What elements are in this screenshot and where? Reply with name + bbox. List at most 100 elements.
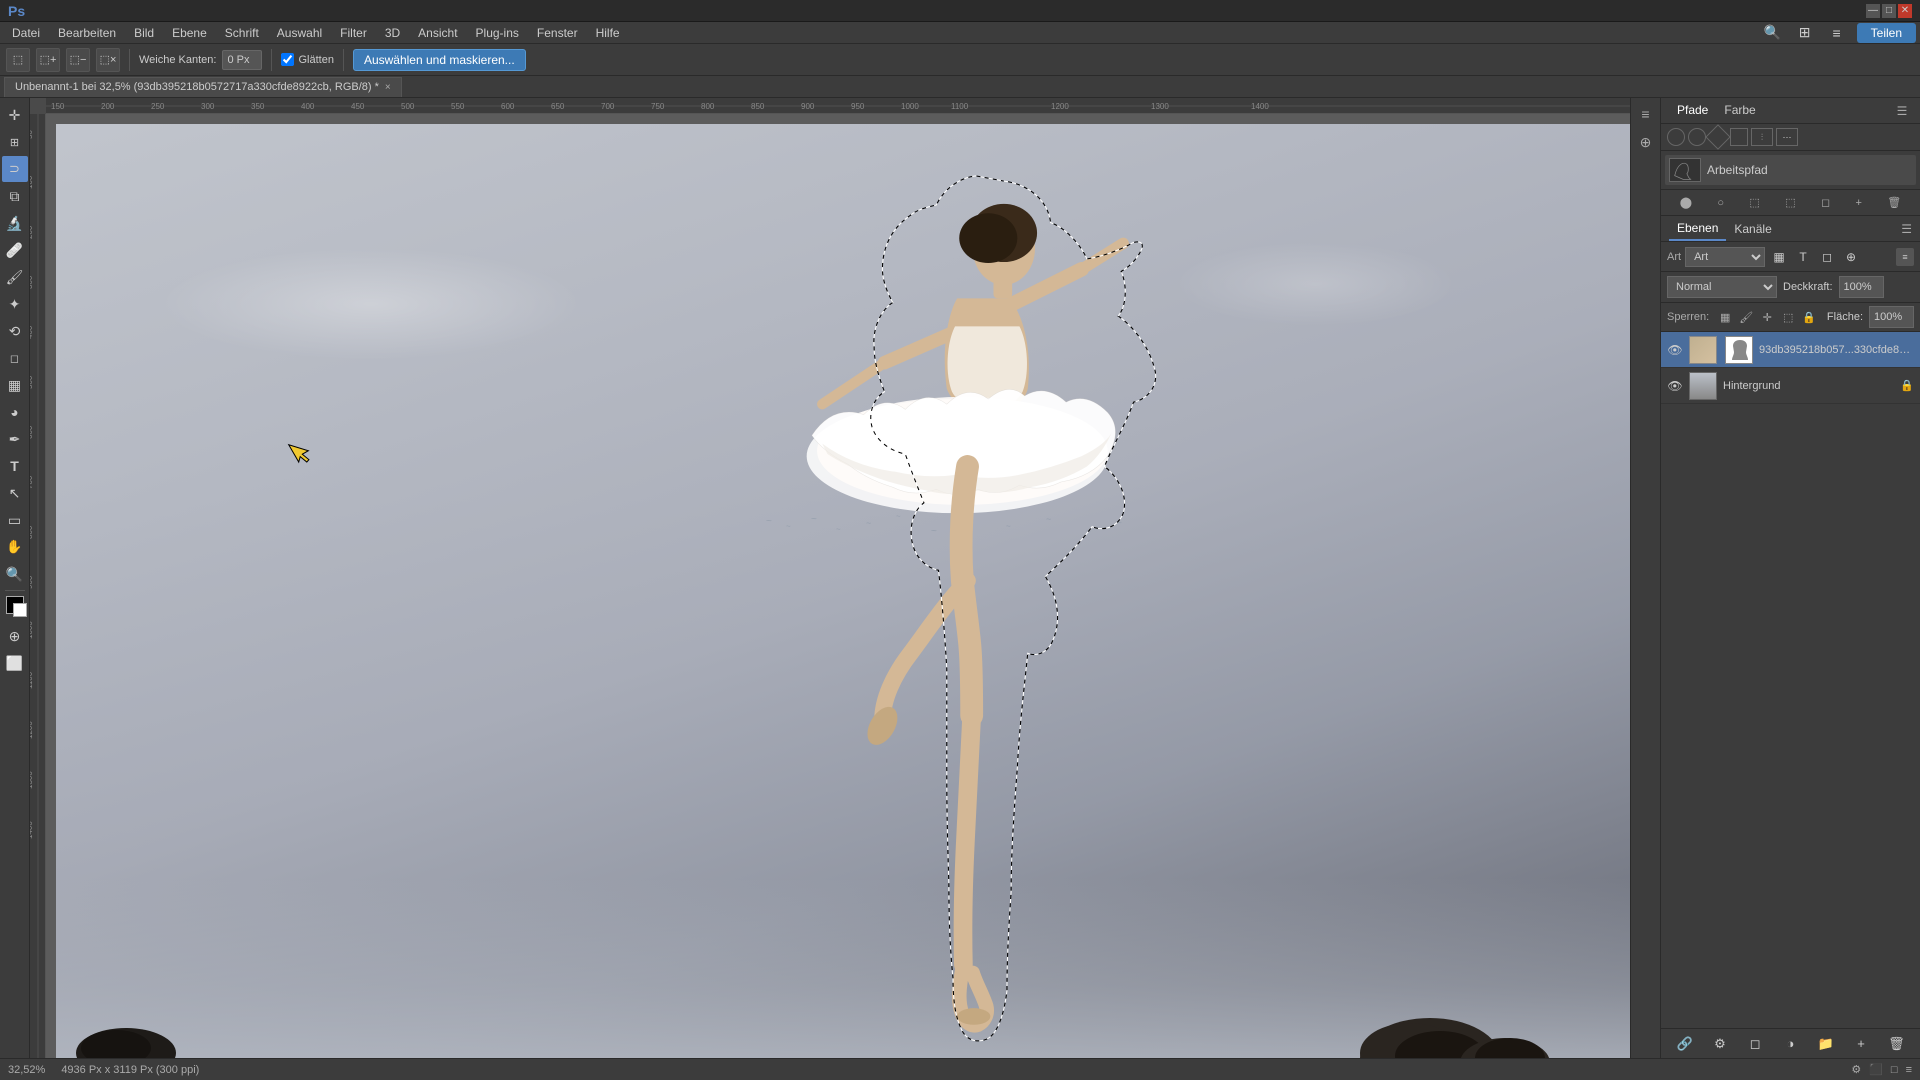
layers-icon[interactable]: ≡ <box>1634 102 1658 126</box>
screen-mode[interactable]: ⬜ <box>2 650 28 676</box>
document-tab-close[interactable]: × <box>385 82 391 93</box>
shape-layer-icon[interactable]: ◻ <box>1817 247 1837 267</box>
tab-pfade[interactable]: Pfade <box>1669 99 1716 123</box>
foreground-color[interactable] <box>6 596 24 614</box>
panel-menu-icon[interactable]: ☰ <box>1892 101 1912 121</box>
menu-fenster[interactable]: Fenster <box>529 24 586 42</box>
clone-stamp-tool[interactable]: ✦ <box>2 291 28 317</box>
gradient-tool[interactable]: ▦ <box>2 372 28 398</box>
layer-1-visibility[interactable]: 👁 <box>1667 378 1683 394</box>
add-group-btn[interactable]: 📁 <box>1815 1033 1837 1055</box>
distribute-btn[interactable]: ⋯ <box>1776 128 1798 146</box>
soft-edge-input[interactable] <box>222 50 262 70</box>
path-to-selection-btn[interactable]: ⬚ <box>1749 196 1759 209</box>
new-path-btn[interactable]: + <box>1855 197 1861 209</box>
quick-mask-mode[interactable]: ⊕ <box>2 623 28 649</box>
lasso-intersect-btn[interactable]: ⬚× <box>96 48 120 72</box>
blend-mode-select[interactable]: Normal Aufhellen Abdunkeln Multipliziere… <box>1667 276 1777 298</box>
history-brush-tool[interactable]: ⟲ <box>2 318 28 344</box>
search-icon[interactable]: 🔍 <box>1761 21 1785 45</box>
minimize-button[interactable]: — <box>1866 4 1880 18</box>
diamond-mode-btn[interactable] <box>1705 124 1730 149</box>
path-selection-tool[interactable]: ↖ <box>2 480 28 506</box>
menu-filter[interactable]: Filter <box>332 24 375 42</box>
statusbar-right-icon4[interactable]: ≡ <box>1906 1064 1912 1076</box>
lock-all-btn[interactable]: 🔒 <box>1800 308 1818 326</box>
lasso-sub-btn[interactable]: ⬚− <box>66 48 90 72</box>
layer-type-filter[interactable]: Art Name Effekte Modus Attribut Farbe <box>1685 247 1765 267</box>
statusbar-right-icon1[interactable]: ⚙ <box>1851 1063 1861 1076</box>
lock-artboard-btn[interactable]: ⬚ <box>1779 308 1797 326</box>
maximize-button[interactable]: □ <box>1882 4 1896 18</box>
add-mask-btn[interactable]: ◻ <box>1744 1033 1766 1055</box>
path-fill-btn[interactable]: ⬤ <box>1680 196 1692 209</box>
selection-to-path-btn[interactable]: ⬚ <box>1785 196 1795 209</box>
eyedropper-tool[interactable]: 🔬 <box>2 210 28 236</box>
hand-tool[interactable]: ✋ <box>2 534 28 560</box>
tab-kanaele[interactable]: Kanäle <box>1726 218 1779 240</box>
eraser-tool[interactable]: ◻ <box>2 345 28 371</box>
mask-from-path-btn[interactable]: ◻ <box>1821 196 1830 209</box>
lock-position-btn[interactable]: ✛ <box>1758 308 1776 326</box>
menu-bearbeiten[interactable]: Bearbeiten <box>50 24 124 42</box>
artboard-tool[interactable]: ⊞ <box>2 129 28 155</box>
add-style-btn[interactable]: ⚙ <box>1709 1033 1731 1055</box>
vector-mode-btn[interactable] <box>1688 128 1706 146</box>
menu-ansicht[interactable]: Ansicht <box>410 24 465 42</box>
pixel-layer-icon[interactable]: ▦ <box>1769 247 1789 267</box>
zoom-tool[interactable]: 🔍 <box>2 561 28 587</box>
dodge-tool[interactable]: ◕ <box>2 399 28 425</box>
smart-layer-icon[interactable]: ⊕ <box>1841 247 1861 267</box>
layer-item-0[interactable]: 👁 93db395218b057...330cfde8922cb <box>1661 332 1920 368</box>
channels-icon[interactable]: ⊕ <box>1634 130 1658 154</box>
pen-tool[interactable]: ✒ <box>2 426 28 452</box>
arbeitspfad-item[interactable]: Arbeitspfad <box>1665 155 1916 185</box>
pixel-mode-btn[interactable] <box>1667 128 1685 146</box>
path-stroke-btn[interactable]: ○ <box>1717 197 1724 209</box>
lasso-new-btn[interactable]: ⬚ <box>6 48 30 72</box>
add-adjustment-btn[interactable]: ◑ <box>1779 1033 1801 1055</box>
close-button[interactable]: ✕ <box>1898 4 1912 18</box>
menu-3d[interactable]: 3D <box>377 24 408 42</box>
menu-datei[interactable]: Datei <box>4 24 48 42</box>
background-color[interactable] <box>13 603 27 617</box>
menu-plugins[interactable]: Plug-ins <box>468 24 527 42</box>
healing-tool[interactable]: 🩹 <box>2 237 28 263</box>
statusbar-right-icon3[interactable]: □ <box>1891 1064 1898 1076</box>
lasso-add-btn[interactable]: ⬚+ <box>36 48 60 72</box>
layer-item-1[interactable]: 👁 Hintergrund 🔒 <box>1661 368 1920 404</box>
arrange-icon[interactable]: ≡ <box>1825 21 1849 45</box>
smooth-checkbox-label[interactable]: Glätten <box>281 53 333 66</box>
link-layers-btn[interactable]: 🔗 <box>1674 1033 1696 1055</box>
delete-layer-btn[interactable]: 🗑 <box>1885 1033 1907 1055</box>
new-layer-btn[interactable]: + <box>1850 1033 1872 1055</box>
rect-mode-btn[interactable] <box>1730 128 1748 146</box>
menu-hilfe[interactable]: Hilfe <box>588 24 628 42</box>
menu-auswahl[interactable]: Auswahl <box>269 24 330 42</box>
type-tool[interactable]: T <box>2 453 28 479</box>
share-button[interactable]: Teilen <box>1857 23 1916 43</box>
brush-tool[interactable]: 🖌 <box>2 264 28 290</box>
lasso-tool[interactable]: ⊃ <box>2 156 28 182</box>
smooth-checkbox[interactable] <box>281 53 294 66</box>
layer-0-visibility[interactable]: 👁 <box>1667 342 1683 358</box>
lock-transparent-btn[interactable]: ▦ <box>1716 308 1734 326</box>
tab-farbe[interactable]: Farbe <box>1716 99 1763 123</box>
layers-menu-icon[interactable]: ☰ <box>1901 222 1912 236</box>
type-layer-icon[interactable]: T <box>1793 247 1813 267</box>
menu-ebene[interactable]: Ebene <box>164 24 215 42</box>
statusbar-right-icon2[interactable]: ⬛ <box>1869 1063 1883 1076</box>
menu-schrift[interactable]: Schrift <box>217 24 267 42</box>
opacity-input[interactable] <box>1839 276 1884 298</box>
shape-tool[interactable]: ▭ <box>2 507 28 533</box>
menu-bild[interactable]: Bild <box>126 24 162 42</box>
canvas-area[interactable]: 150 200 250 300 350 400 450 500 550 600 … <box>30 98 1630 1058</box>
lock-paint-btn[interactable]: 🖌 <box>1737 308 1755 326</box>
document-tab[interactable]: Unbenannt-1 bei 32,5% (93db395218b057271… <box>4 77 402 97</box>
select-mask-button[interactable]: Auswählen und maskieren... <box>353 49 526 71</box>
workspace-icon[interactable]: ⊞ <box>1793 21 1817 45</box>
crop-tool[interactable]: ⧉ <box>2 183 28 209</box>
align-btn[interactable]: ⫶ <box>1751 128 1773 146</box>
fill-input[interactable] <box>1869 306 1914 328</box>
filter-toggle-icon[interactable]: ≡ <box>1896 248 1914 266</box>
